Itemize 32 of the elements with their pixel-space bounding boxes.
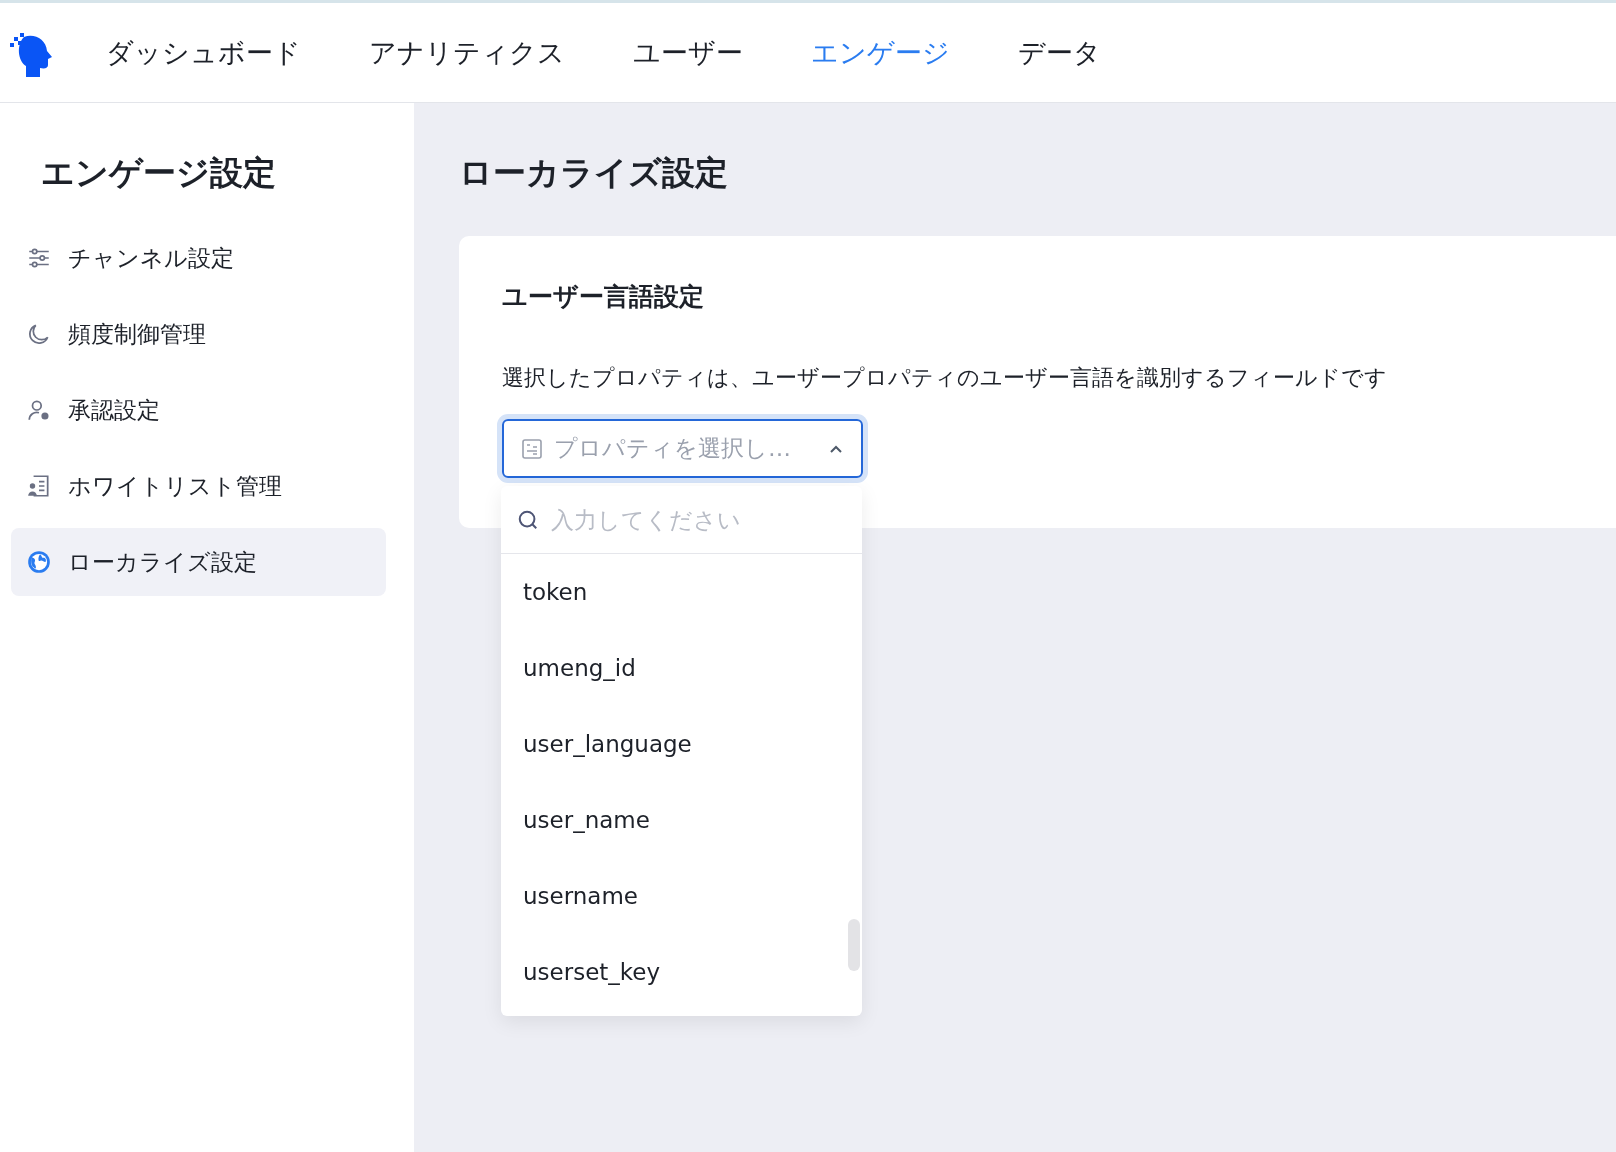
contact-card-icon [26, 473, 52, 499]
sliders-icon [26, 245, 52, 271]
property-icon [520, 436, 544, 461]
card-title: ユーザー言語設定 [502, 281, 705, 313]
dropdown-option[interactable]: user_language [501, 706, 862, 782]
sidebar-item-label: 頻度制御管理 [68, 319, 206, 349]
nav-tab[interactable]: エンゲージ [811, 34, 950, 71]
sidebar-item-label: ローカライズ設定 [68, 547, 257, 577]
nav-tab[interactable]: ユーザー [633, 34, 743, 71]
search-icon [517, 508, 539, 531]
page-title: ローカライズ設定 [459, 152, 729, 194]
sidebar-item-label: 承認設定 [68, 395, 160, 425]
dropdown-option[interactable]: user_name [501, 782, 862, 858]
sidebar-item-label: ホワイトリスト管理 [68, 471, 282, 501]
description: 選択したプロパティは、ユーザープロパティのユーザー言語を識別するフィールドです [502, 364, 1388, 392]
dropdown-option[interactable]: umeng_id [501, 630, 862, 706]
dropdown-option[interactable]: username [501, 858, 862, 934]
nav-tab[interactable]: ダッシュボード [106, 34, 301, 71]
globe-icon [26, 549, 52, 575]
sidebar-item[interactable]: 頻度制御管理 [11, 300, 386, 368]
sidebar-item[interactable]: 承認設定 [11, 376, 386, 444]
sidebar-item[interactable]: ホワイトリスト管理 [11, 452, 386, 520]
dropdown-option[interactable]: token [501, 554, 862, 630]
sidebar-title: エンゲージ設定 [41, 152, 277, 194]
scrollbar-thumb[interactable] [848, 919, 860, 971]
sidebar-item[interactable]: チャンネル設定 [11, 224, 386, 292]
sidebar-item-label: チャンネル設定 [68, 243, 234, 273]
dropdown-option[interactable]: userset_key [501, 934, 862, 1010]
nav-tab[interactable]: データ [1018, 34, 1101, 71]
sidebar-item[interactable]: ローカライズ設定 [11, 528, 386, 596]
nav-tab[interactable]: アナリティクス [369, 34, 565, 71]
caret-icon [829, 443, 843, 454]
